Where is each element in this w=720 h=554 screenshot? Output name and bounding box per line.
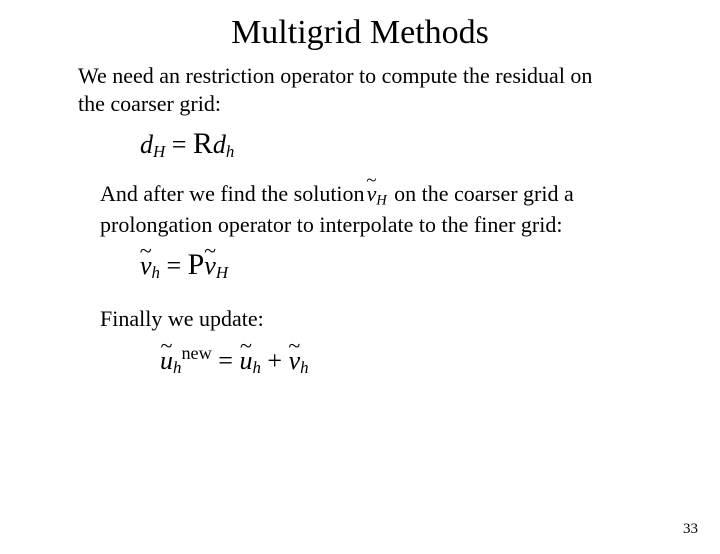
page-title: Multigrid Methods [0, 14, 720, 52]
eq2-lhs-sub: h [152, 263, 160, 282]
eq3-t1-sub: h [252, 358, 260, 377]
equation-2: ~vh = P~vH [140, 248, 720, 283]
page-number: 33 [683, 521, 698, 538]
para2-sub: H [376, 193, 386, 209]
eq1-lhs-var: d [140, 130, 153, 159]
equals-sign: = [218, 346, 239, 375]
equation-3: ~uhnew = ~uh + ~vh [160, 343, 720, 378]
slide: Multigrid Methods We need an restriction… [0, 14, 720, 554]
eq2-operator: P [188, 248, 205, 281]
eq3-lhs-sup: new [181, 343, 211, 363]
paragraph-2: And after we find the solution~vH on the… [100, 180, 610, 238]
equals-sign: = [167, 251, 188, 280]
plus-sign: + [267, 346, 288, 375]
para2-inline-math: ~vH [365, 180, 389, 210]
eq3-t2-sub: h [300, 358, 308, 377]
eq2-rhs-sub: H [216, 263, 228, 282]
eq1-lhs-sub: H [153, 142, 165, 161]
tilde-mark: ~ [366, 169, 376, 192]
tilde-mark: ~ [204, 238, 216, 264]
tilde-mark: ~ [288, 333, 300, 359]
paragraph-3: Finally we update: [100, 305, 610, 333]
tilde-mark: ~ [140, 238, 152, 264]
tilde-mark: ~ [240, 333, 252, 359]
equals-sign: = [172, 130, 193, 159]
eq1-operator: R [193, 127, 213, 160]
paragraph-1: We need an restriction operator to compu… [78, 62, 610, 117]
equation-1: dH = Rdh [140, 127, 720, 162]
eq1-rhs-sub: h [226, 142, 234, 161]
para2-pre: And after we find the solution [100, 181, 365, 206]
tilde-mark: ~ [161, 333, 173, 359]
eq1-rhs-var: d [213, 130, 226, 159]
